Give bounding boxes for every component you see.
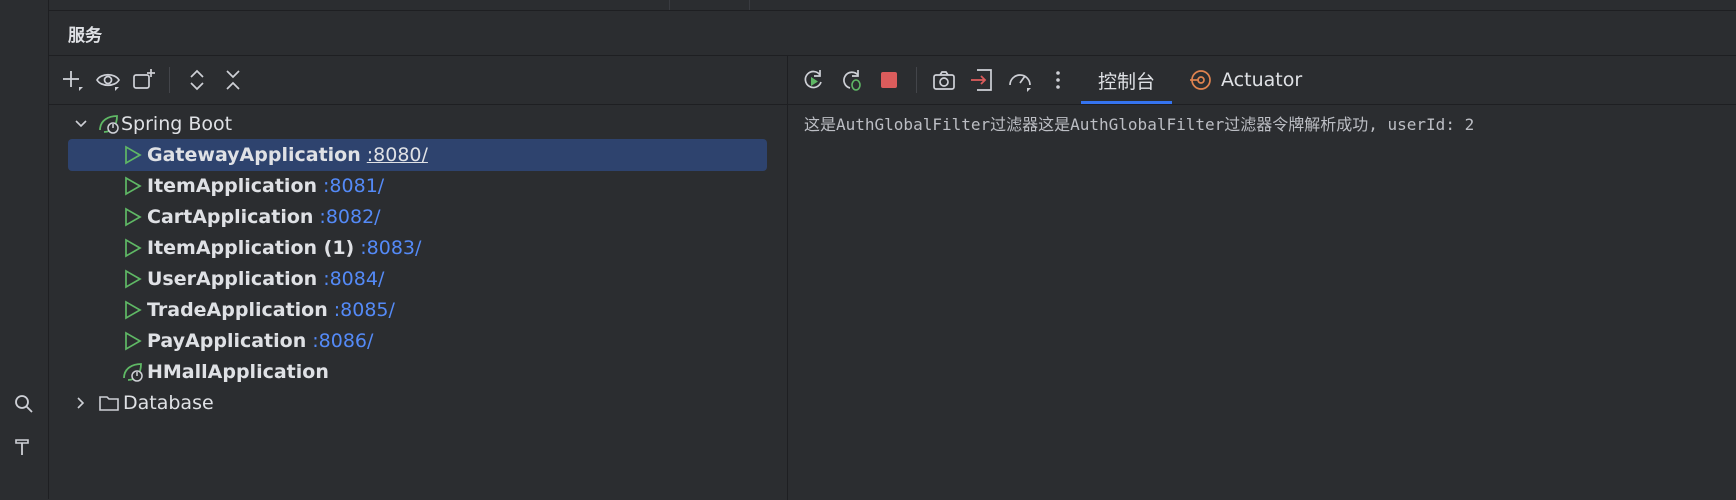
expand-all-icon[interactable]: [180, 63, 214, 97]
chevron-down-icon[interactable]: [69, 112, 93, 136]
tree-app-row[interactable]: PayApplication :8086/: [49, 325, 787, 357]
tab-actuator[interactable]: Actuator: [1172, 56, 1319, 104]
tab-label: Actuator: [1221, 69, 1303, 91]
tree-app-row[interactable]: CartApplication :8082/: [49, 201, 787, 233]
services-header: 服务: [49, 11, 1736, 55]
stop-icon[interactable]: [870, 61, 908, 99]
app-port-link[interactable]: :8080/: [367, 144, 428, 166]
tree-app-row[interactable]: TradeApplication :8085/: [49, 294, 787, 326]
hammer-icon[interactable]: [12, 435, 36, 459]
run-icon: [121, 143, 145, 167]
tree-app-row[interactable]: UserApplication :8084/: [49, 263, 787, 295]
camera-icon[interactable]: [925, 61, 963, 99]
services-tree-pane: Spring Boot GatewayApplication :8080/ It…: [49, 55, 788, 500]
add-service-icon[interactable]: [55, 63, 89, 97]
app-name: ItemApplication: [147, 175, 318, 197]
tree-app-row[interactable]: ItemApplication :8081/: [49, 170, 787, 202]
app-name: TradeApplication: [147, 299, 328, 321]
chevron-right-icon[interactable]: [69, 391, 93, 415]
app-port-link[interactable]: :8085/: [334, 299, 395, 321]
rerun-debug-icon[interactable]: [832, 61, 870, 99]
toolbar-divider: [916, 67, 917, 93]
folder-icon: [97, 391, 121, 415]
app-port-link[interactable]: :8083/: [360, 237, 421, 259]
more-options-icon[interactable]: [1039, 61, 1077, 99]
attach-icon[interactable]: [963, 61, 1001, 99]
console-pane: 控制台 Actuator 这是AuthGlobalFilter过滤器这是Auth…: [788, 55, 1736, 500]
tab-label: 控制台: [1098, 70, 1156, 93]
toolbar-divider: [169, 67, 170, 93]
run-icon: [121, 329, 145, 353]
tool-window-strip: [0, 0, 49, 499]
gauge-icon[interactable]: [1001, 61, 1039, 99]
tab-console[interactable]: 控制台: [1081, 56, 1173, 104]
group-label: Spring Boot: [121, 113, 233, 135]
app-name: PayApplication: [147, 330, 307, 352]
new-group-icon[interactable]: [127, 63, 161, 97]
rerun-icon[interactable]: [794, 61, 832, 99]
group-label: Database: [123, 392, 214, 414]
collapse-all-icon[interactable]: [216, 63, 250, 97]
app-port-link[interactable]: :8086/: [312, 330, 373, 352]
actuator-icon: [1189, 68, 1213, 92]
tree-group-spring-boot[interactable]: Spring Boot: [49, 108, 787, 140]
console-output[interactable]: 这是AuthGlobalFilter过滤器这是AuthGlobalFilter过…: [804, 111, 1474, 135]
search-icon[interactable]: [12, 392, 36, 416]
tree-app-row[interactable]: GatewayApplication :8080/: [68, 139, 767, 171]
eye-icon[interactable]: [91, 63, 125, 97]
app-port-link[interactable]: :8081/: [323, 175, 384, 197]
tree-app-row[interactable]: ItemApplication (1) :8083/: [49, 232, 787, 264]
run-icon: [121, 205, 145, 229]
app-port-link[interactable]: :8084/: [323, 268, 384, 290]
run-icon: [121, 298, 145, 322]
spring-boot-stopped-icon: [121, 360, 145, 384]
editor-tabs-strip: [49, 0, 1736, 11]
app-name: ItemApplication (1): [147, 237, 355, 259]
app-name: GatewayApplication: [147, 144, 361, 166]
app-name: CartApplication: [147, 206, 314, 228]
app-name: UserApplication: [147, 268, 318, 290]
panel-title: 服务: [68, 25, 102, 46]
run-icon: [121, 267, 145, 291]
app-name: HMallApplication: [147, 361, 329, 383]
services-tree: Spring Boot GatewayApplication :8080/ It…: [49, 105, 787, 500]
tree-group-database[interactable]: Database: [49, 387, 787, 419]
tree-app-row-stopped[interactable]: HMallApplication: [49, 356, 787, 388]
spring-boot-icon: [97, 112, 121, 136]
services-toolbar: [49, 56, 787, 105]
run-icon: [121, 174, 145, 198]
console-toolbar: 控制台 Actuator: [788, 56, 1736, 105]
run-icon: [121, 236, 145, 260]
app-port-link[interactable]: :8082/: [319, 206, 380, 228]
